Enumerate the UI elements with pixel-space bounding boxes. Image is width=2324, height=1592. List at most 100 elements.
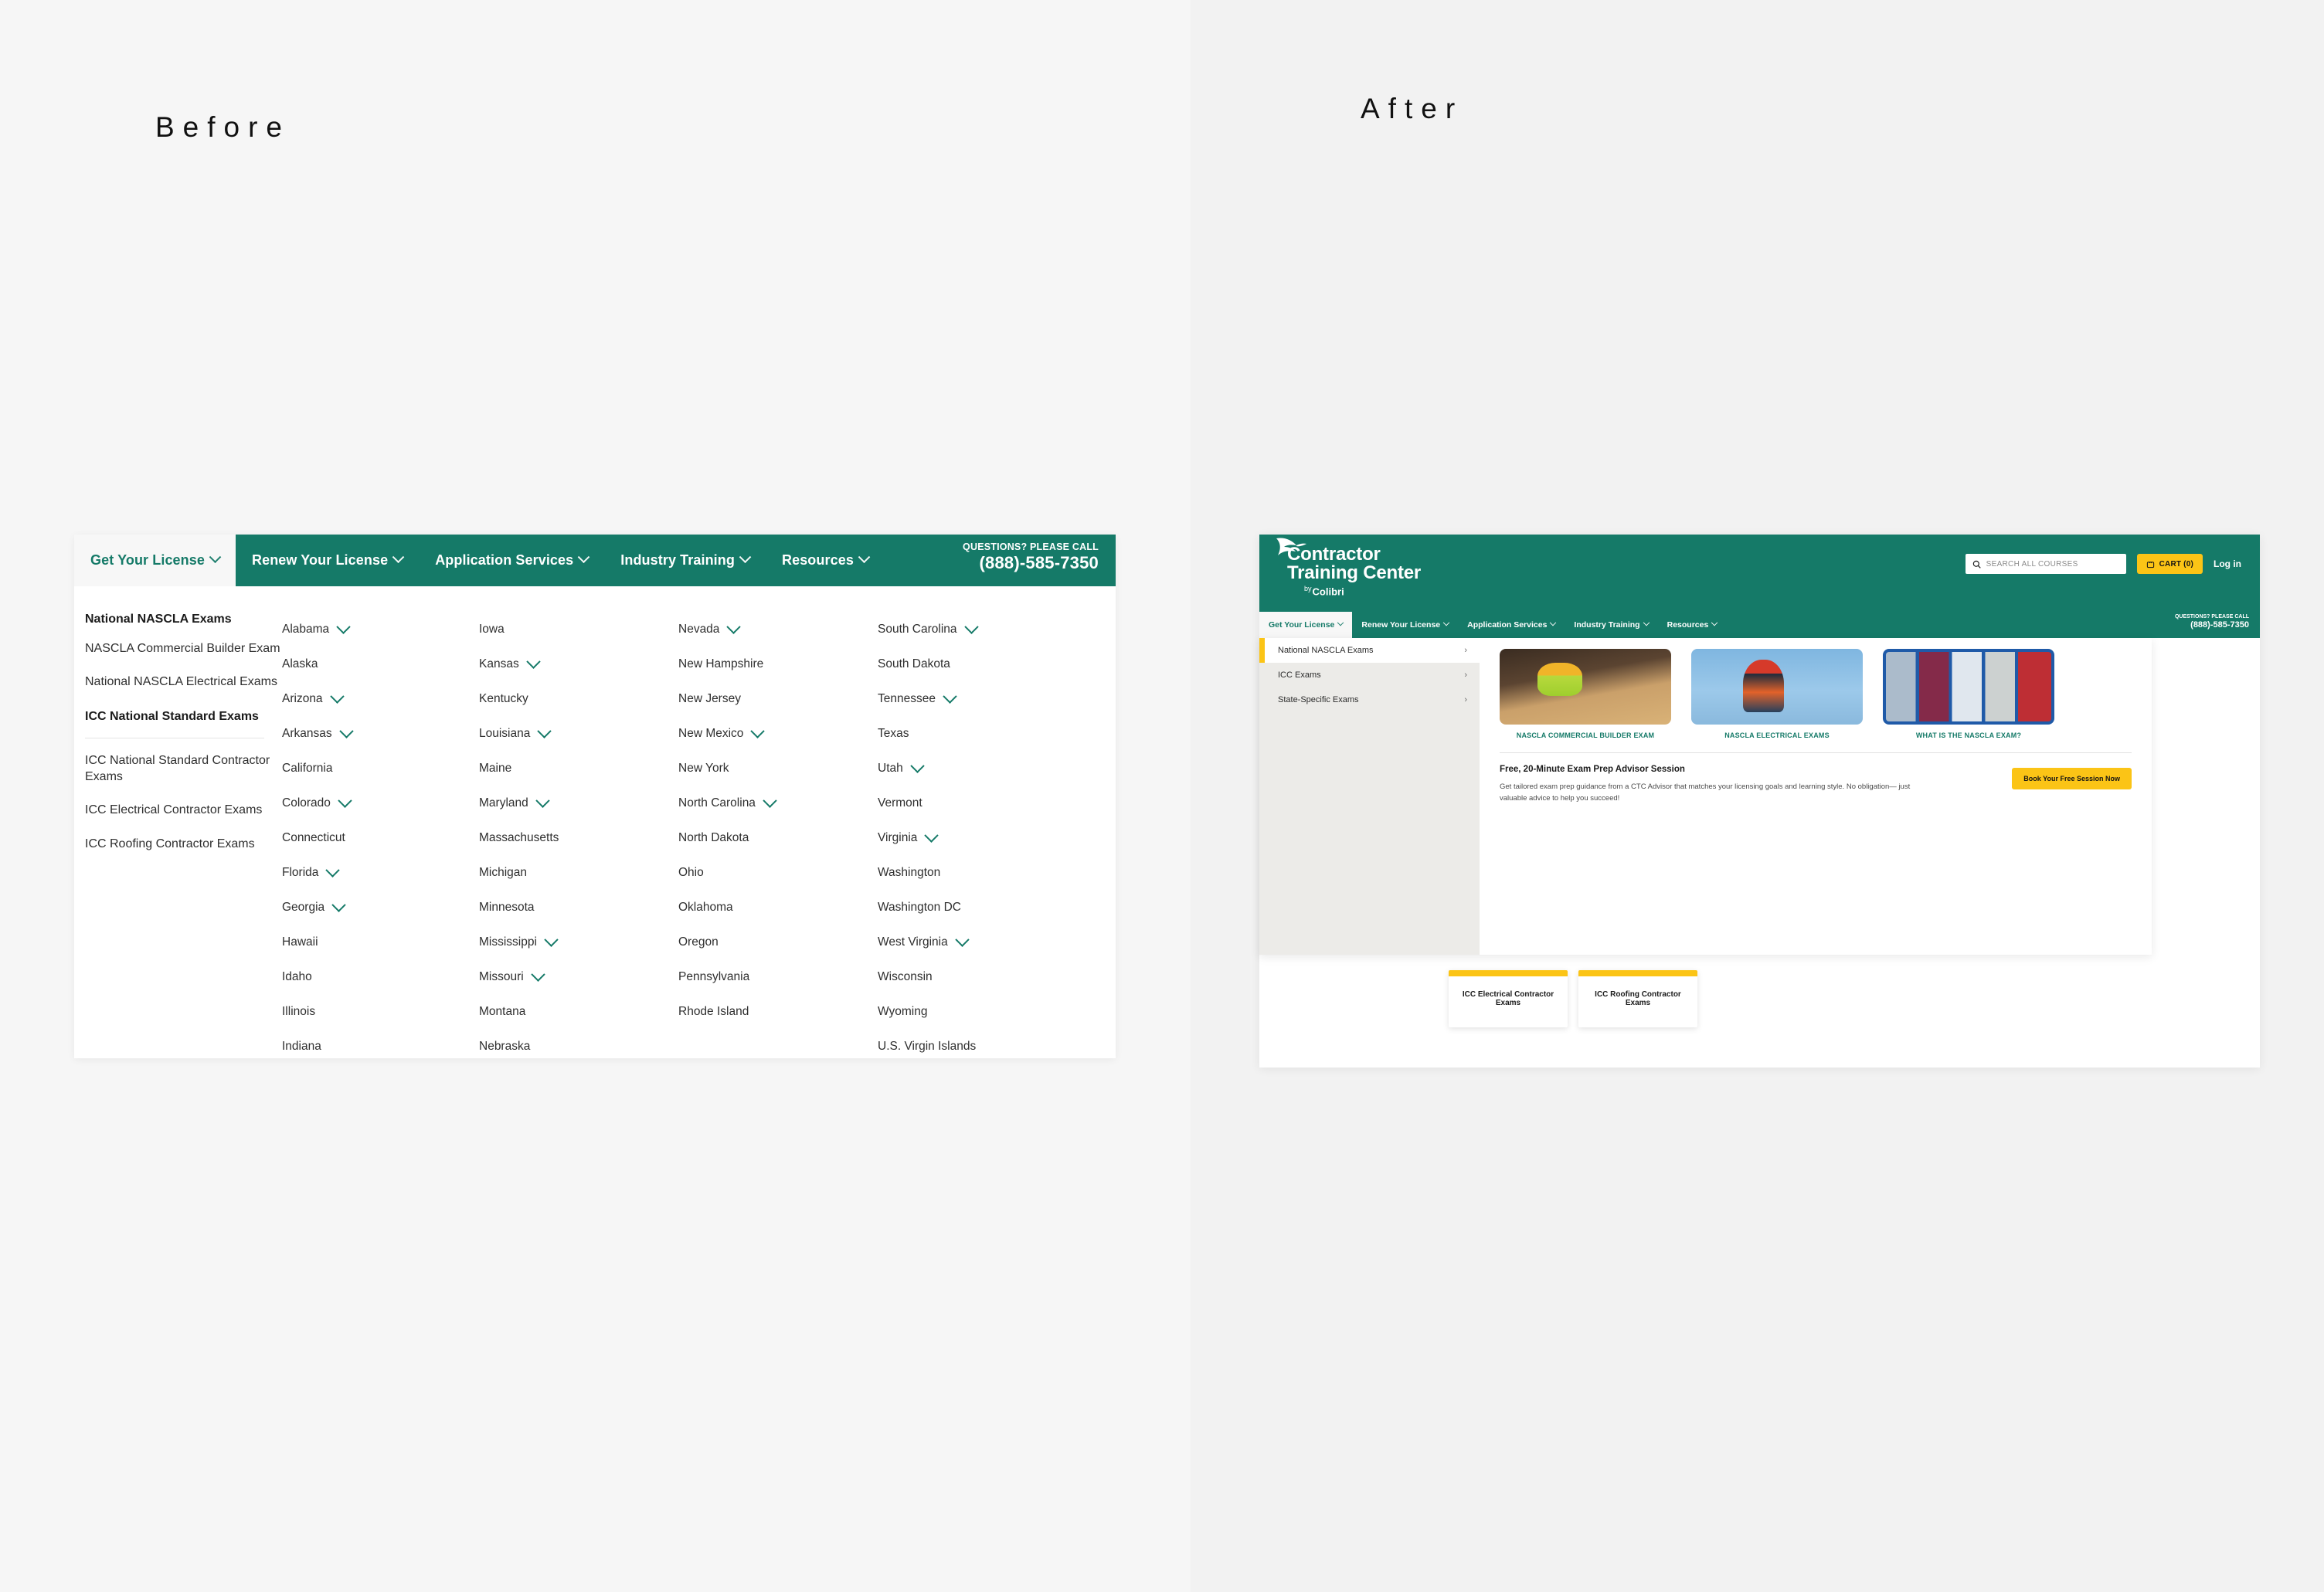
after-card-2[interactable]: WHAT IS THE NASCLA EXAM? (1883, 649, 2054, 739)
state-link[interactable]: Maine (479, 751, 678, 786)
state-link[interactable]: Rhode Island (678, 994, 878, 1029)
exam-link[interactable]: National NASCLA Electrical Exams (85, 674, 282, 690)
before-nav-tab-2[interactable]: Application Services (419, 535, 604, 586)
chevron-down-icon (1337, 619, 1344, 626)
brand-by-prefix: by (1304, 584, 1312, 592)
state-link[interactable]: Virginia (878, 820, 1077, 855)
state-link[interactable]: New Mexico (678, 716, 878, 751)
state-link[interactable]: Nebraska (479, 1029, 678, 1064)
state-link[interactable]: Alabama (282, 612, 479, 647)
state-name: Louisiana (479, 726, 531, 740)
state-link[interactable]: North Carolina (678, 786, 878, 820)
state-link[interactable]: Pennsylvania (678, 959, 878, 994)
search-input[interactable]: SEARCH ALL COURSES (1965, 554, 2126, 574)
state-link[interactable]: Oklahoma (678, 890, 878, 925)
state-name: Wyoming (878, 1004, 928, 1018)
state-link[interactable]: Michigan (479, 855, 678, 890)
after-menu-item-label: ICC Exams (1278, 670, 1321, 680)
state-name: Arkansas (282, 726, 332, 740)
state-link[interactable]: Washington (878, 855, 1077, 890)
after-menu-item-1[interactable]: ICC Exams › (1259, 663, 1480, 687)
before-nav-tab-1[interactable]: Renew Your License (236, 535, 419, 586)
state-link[interactable]: Arkansas (282, 716, 479, 751)
after-card-1[interactable]: NASCLA ELECTRICAL EXAMS (1691, 649, 1863, 739)
state-name: Washington (878, 865, 941, 879)
state-link[interactable]: Tennessee (878, 681, 1077, 716)
state-link[interactable]: North Dakota (678, 820, 878, 855)
after-nav-tab-1[interactable]: Renew Your License (1352, 612, 1458, 638)
chevron-down-icon (955, 932, 970, 947)
state-link[interactable]: New Jersey (678, 681, 878, 716)
state-link[interactable]: Maryland (479, 786, 678, 820)
state-link[interactable]: Texas (878, 716, 1077, 751)
state-name: Tennessee (878, 691, 936, 705)
state-link[interactable]: Massachusetts (479, 820, 678, 855)
after-card-0[interactable]: NASCLA COMMERCIAL BUILDER EXAM (1500, 649, 1671, 739)
state-link[interactable]: Nevada (678, 612, 878, 647)
state-link[interactable]: Kansas (479, 647, 678, 681)
state-link[interactable]: Alaska (282, 647, 479, 681)
state-link[interactable]: Louisiana (479, 716, 678, 751)
after-menu-item-0[interactable]: National NASCLA Exams › (1259, 638, 1480, 663)
state-link[interactable]: Wisconsin (878, 959, 1077, 994)
state-link[interactable]: West Virginia (878, 925, 1077, 959)
state-name: West Virginia (878, 935, 948, 949)
after-nav-tab-4[interactable]: Resources (1658, 612, 1727, 638)
state-link[interactable]: Utah (878, 751, 1077, 786)
before-nav-tab-4[interactable]: Resources (766, 535, 885, 586)
after-bottom-card-1[interactable]: ICC Roofing Contractor Exams (1578, 970, 1697, 1027)
after-bottom-card-0[interactable]: ICC Electrical Contractor Exams (1449, 970, 1568, 1027)
state-link[interactable]: Mississippi (479, 925, 678, 959)
before-nav-tab-0[interactable]: Get Your License (74, 535, 236, 586)
state-link[interactable]: Iowa (479, 612, 678, 647)
search-icon (1972, 560, 1981, 569)
state-link[interactable]: Idaho (282, 959, 479, 994)
state-link[interactable]: Arizona (282, 681, 479, 716)
exam-link[interactable]: ICC Electrical Contractor Exams (85, 802, 282, 818)
state-link[interactable]: Oregon (678, 925, 878, 959)
state-link[interactable]: Indiana (282, 1029, 479, 1064)
state-link[interactable]: New York (678, 751, 878, 786)
state-name: Maryland (479, 796, 528, 810)
state-link[interactable]: Wyoming (878, 994, 1077, 1029)
state-link[interactable]: South Carolina (878, 612, 1077, 647)
cart-button[interactable]: CART (0) (2136, 554, 2203, 574)
state-name: Indiana (282, 1039, 321, 1053)
state-link[interactable]: Washington DC (878, 890, 1077, 925)
after-nav-tab-2[interactable]: Application Services (1458, 612, 1565, 638)
state-link[interactable]: Kentucky (479, 681, 678, 716)
exam-link[interactable]: ICC National Standard Contractor Exams (85, 752, 282, 785)
chevron-down-icon (325, 863, 341, 877)
state-link[interactable]: Minnesota (479, 890, 678, 925)
exam-link[interactable]: NASCLA Commercial Builder Exam (85, 640, 282, 657)
book-session-button[interactable]: Book Your Free Session Now (2012, 768, 2132, 789)
card-label: NASCLA ELECTRICAL EXAMS (1724, 732, 1830, 739)
state-link[interactable]: Georgia (282, 890, 479, 925)
state-link[interactable]: Florida (282, 855, 479, 890)
state-link[interactable]: Connecticut (282, 820, 479, 855)
state-link[interactable]: California (282, 751, 479, 786)
state-link[interactable]: South Dakota (878, 647, 1077, 681)
before-nav-tab-label: Renew Your License (251, 552, 389, 568)
state-name: South Dakota (878, 657, 950, 670)
chevron-down-icon (924, 828, 939, 843)
login-button[interactable]: Log in (2214, 558, 2241, 569)
state-link[interactable]: Ohio (678, 855, 878, 890)
after-phone-number[interactable]: (888)-585-7350 (2175, 620, 2249, 630)
state-link[interactable]: Hawaii (282, 925, 479, 959)
after-menu-item-2[interactable]: State-Specific Exams › (1259, 687, 1480, 712)
before-nav-tab-3[interactable]: Industry Training (604, 535, 766, 586)
state-link[interactable]: Illinois (282, 994, 479, 1029)
exam-link[interactable]: ICC Roofing Contractor Exams (85, 836, 282, 852)
after-nav-tab-0[interactable]: Get Your License (1259, 612, 1353, 638)
state-link[interactable]: Montana (479, 994, 678, 1029)
state-link[interactable]: U.S. Virgin Islands (878, 1029, 1077, 1064)
state-name: Massachusetts (479, 830, 559, 844)
phone-number[interactable]: (888)-585-7350 (963, 553, 1099, 573)
state-link[interactable]: Colorado (282, 786, 479, 820)
state-link[interactable]: Missouri (479, 959, 678, 994)
after-nav-tab-3[interactable]: Industry Training (1565, 612, 1657, 638)
state-link[interactable]: Vermont (878, 786, 1077, 820)
state-link[interactable]: New Hampshire (678, 647, 878, 681)
brand-logo[interactable]: Contractor Training Center byColibri (1287, 545, 1421, 597)
